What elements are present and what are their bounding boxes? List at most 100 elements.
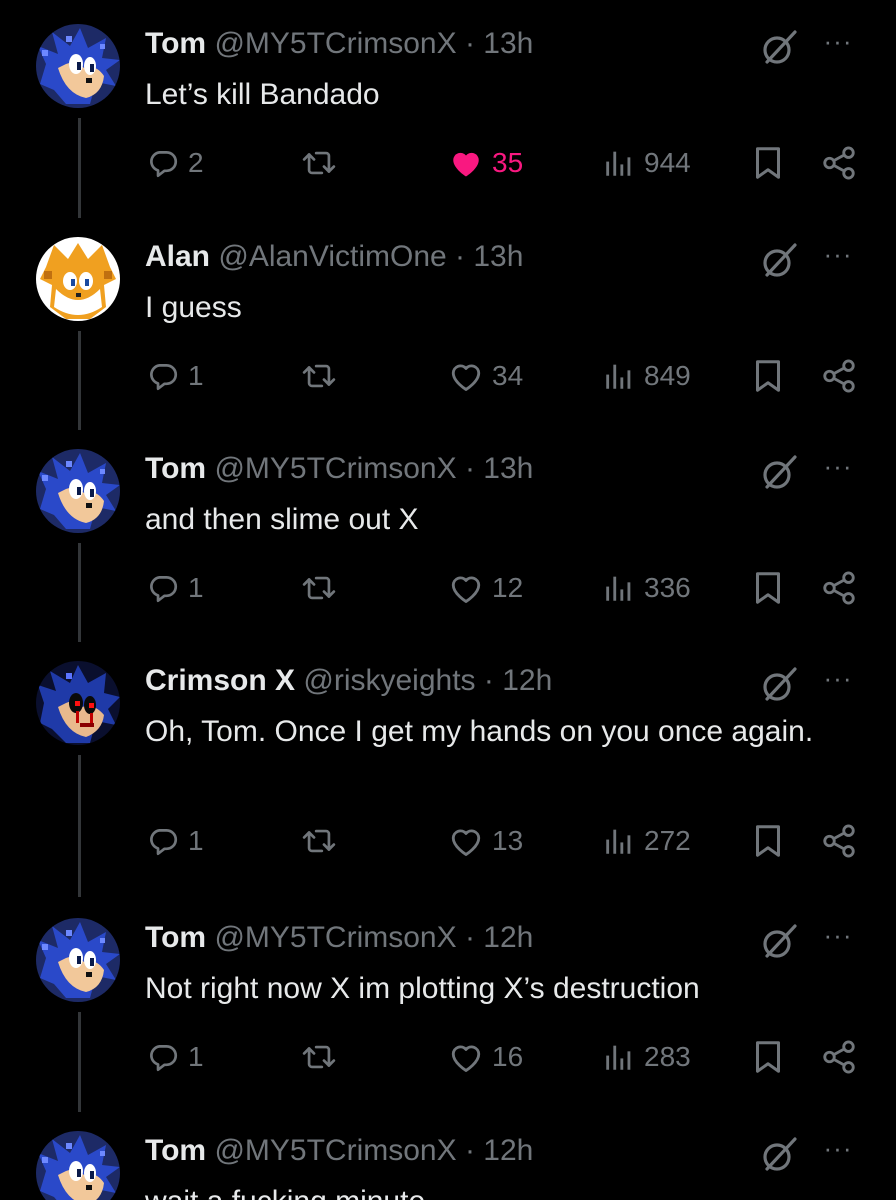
post-time[interactable]: 12h xyxy=(483,1134,533,1167)
action-bar: 1 13 272 xyxy=(0,818,896,864)
bookmark-button[interactable] xyxy=(752,353,784,399)
reply-button[interactable]: 1 xyxy=(146,1034,204,1080)
grok-icon[interactable] xyxy=(757,28,801,68)
author-handle[interactable]: @MY5TCrimsonX xyxy=(214,921,456,954)
retweet-icon xyxy=(300,359,338,393)
sonic-pixel-avatar xyxy=(36,24,120,108)
bookmark-button[interactable] xyxy=(752,818,784,864)
retweet-icon xyxy=(300,1040,338,1074)
reply-button[interactable]: 1 xyxy=(146,565,204,611)
bookmark-icon xyxy=(752,145,784,181)
share-icon xyxy=(820,144,858,182)
separator-dot: · xyxy=(455,240,466,273)
retweet-icon xyxy=(300,146,338,180)
separator-dot: · xyxy=(464,1134,475,1167)
grok-icon[interactable] xyxy=(757,1135,801,1175)
bookmark-button[interactable] xyxy=(752,1034,784,1080)
reply-post[interactable]: Crimson X @riskyeights · 12h ··· Oh, Tom. … xyxy=(0,661,896,897)
post-time[interactable]: 13h xyxy=(473,240,523,273)
author-handle[interactable]: @riskyeights xyxy=(303,664,475,697)
author-name[interactable]: Alan xyxy=(145,240,210,273)
author-name[interactable]: Tom xyxy=(145,1134,206,1167)
post-time[interactable]: 13h xyxy=(483,27,533,60)
heart-icon xyxy=(448,359,484,393)
views-button[interactable]: 283 xyxy=(602,1034,691,1080)
reply-icon xyxy=(146,1040,180,1074)
views-button[interactable]: 944 xyxy=(602,140,691,186)
more-icon[interactable]: ··· xyxy=(818,239,858,269)
author-handle[interactable]: @MY5TCrimsonX xyxy=(214,27,456,60)
post-text: Oh, Tom. Once I get my hands on you once… xyxy=(145,715,814,748)
share-button[interactable] xyxy=(820,818,858,864)
reply-post[interactable]: Tom @MY5TCrimsonX · 13h ··· and then slime… xyxy=(0,449,896,649)
post-text: I guess xyxy=(145,291,242,324)
avatar[interactable] xyxy=(36,918,120,1002)
reply-icon xyxy=(146,146,180,180)
avatar[interactable] xyxy=(36,449,120,533)
reply-button[interactable]: 1 xyxy=(146,818,204,864)
share-icon xyxy=(820,357,858,395)
retweet-button[interactable] xyxy=(300,565,346,611)
tails-pixel-avatar xyxy=(36,237,120,321)
grok-icon[interactable] xyxy=(757,922,801,962)
grok-icon[interactable] xyxy=(757,241,801,281)
avatar[interactable] xyxy=(36,661,120,745)
share-button[interactable] xyxy=(820,140,858,186)
share-button[interactable] xyxy=(820,353,858,399)
like-button[interactable]: 16 xyxy=(448,1034,523,1080)
grok-icon[interactable] xyxy=(757,453,801,493)
post-time[interactable]: 12h xyxy=(502,664,552,697)
author-name[interactable]: Crimson X xyxy=(145,664,295,697)
bookmark-button[interactable] xyxy=(752,565,784,611)
avatar[interactable] xyxy=(36,1131,120,1200)
retweet-button[interactable] xyxy=(300,140,346,186)
more-icon[interactable]: ··· xyxy=(818,920,858,950)
reply-post[interactable]: Tom @MY5TCrimsonX · 12h ··· wait a fucking… xyxy=(0,1131,896,1200)
author-handle[interactable]: @MY5TCrimsonX xyxy=(214,452,456,485)
views-count: 336 xyxy=(644,572,691,603)
author-handle[interactable]: @AlanVictimOne xyxy=(218,240,446,273)
retweet-button[interactable] xyxy=(300,353,346,399)
more-icon[interactable]: ··· xyxy=(818,26,858,56)
share-button[interactable] xyxy=(820,565,858,611)
views-button[interactable]: 849 xyxy=(602,353,691,399)
views-button[interactable]: 272 xyxy=(602,818,691,864)
retweet-button[interactable] xyxy=(300,818,346,864)
bookmark-icon xyxy=(752,823,784,859)
views-count: 272 xyxy=(644,825,691,856)
views-button[interactable]: 336 xyxy=(602,565,691,611)
share-button[interactable] xyxy=(820,1034,858,1080)
share-icon xyxy=(820,569,858,607)
bookmark-button[interactable] xyxy=(752,140,784,186)
post-time[interactable]: 12h xyxy=(483,921,533,954)
avatar[interactable] xyxy=(36,24,120,108)
retweet-button[interactable] xyxy=(300,1034,346,1080)
like-button[interactable]: 35 xyxy=(448,140,523,186)
reply-post[interactable]: Tom @MY5TCrimsonX · 12h ··· Not right now … xyxy=(0,918,896,1118)
action-bar: 1 12 336 xyxy=(0,565,896,611)
like-button[interactable]: 34 xyxy=(448,353,523,399)
author-handle[interactable]: @MY5TCrimsonX xyxy=(214,1134,456,1167)
like-count: 12 xyxy=(492,572,524,603)
grok-icon[interactable] xyxy=(757,665,801,705)
action-bar: 1 34 849 xyxy=(0,353,896,399)
author-name[interactable]: Tom xyxy=(145,921,206,954)
reply-button[interactable]: 1 xyxy=(146,353,204,399)
like-button[interactable]: 13 xyxy=(448,818,523,864)
post-time[interactable]: 13h xyxy=(483,452,533,485)
like-button[interactable]: 12 xyxy=(448,565,523,611)
separator-dot: · xyxy=(464,452,475,485)
post-header: Tom @MY5TCrimsonX · 13h xyxy=(145,24,533,64)
separator-dot: · xyxy=(483,664,494,697)
reply-button[interactable]: 2 xyxy=(146,140,204,186)
more-icon[interactable]: ··· xyxy=(818,451,858,481)
more-icon[interactable]: ··· xyxy=(818,1133,858,1163)
avatar[interactable] xyxy=(36,237,120,321)
reply-post[interactable]: Tom @MY5TCrimsonX · 13h ··· Let’s kill Ban… xyxy=(0,24,896,224)
author-name[interactable]: Tom xyxy=(145,27,206,60)
reply-post[interactable]: Alan @AlanVictimOne · 13h ··· I guess 1 34 84… xyxy=(0,237,896,437)
reply-count: 1 xyxy=(188,360,204,391)
more-icon[interactable]: ··· xyxy=(818,663,858,693)
views-count: 944 xyxy=(644,147,691,178)
author-name[interactable]: Tom xyxy=(145,452,206,485)
